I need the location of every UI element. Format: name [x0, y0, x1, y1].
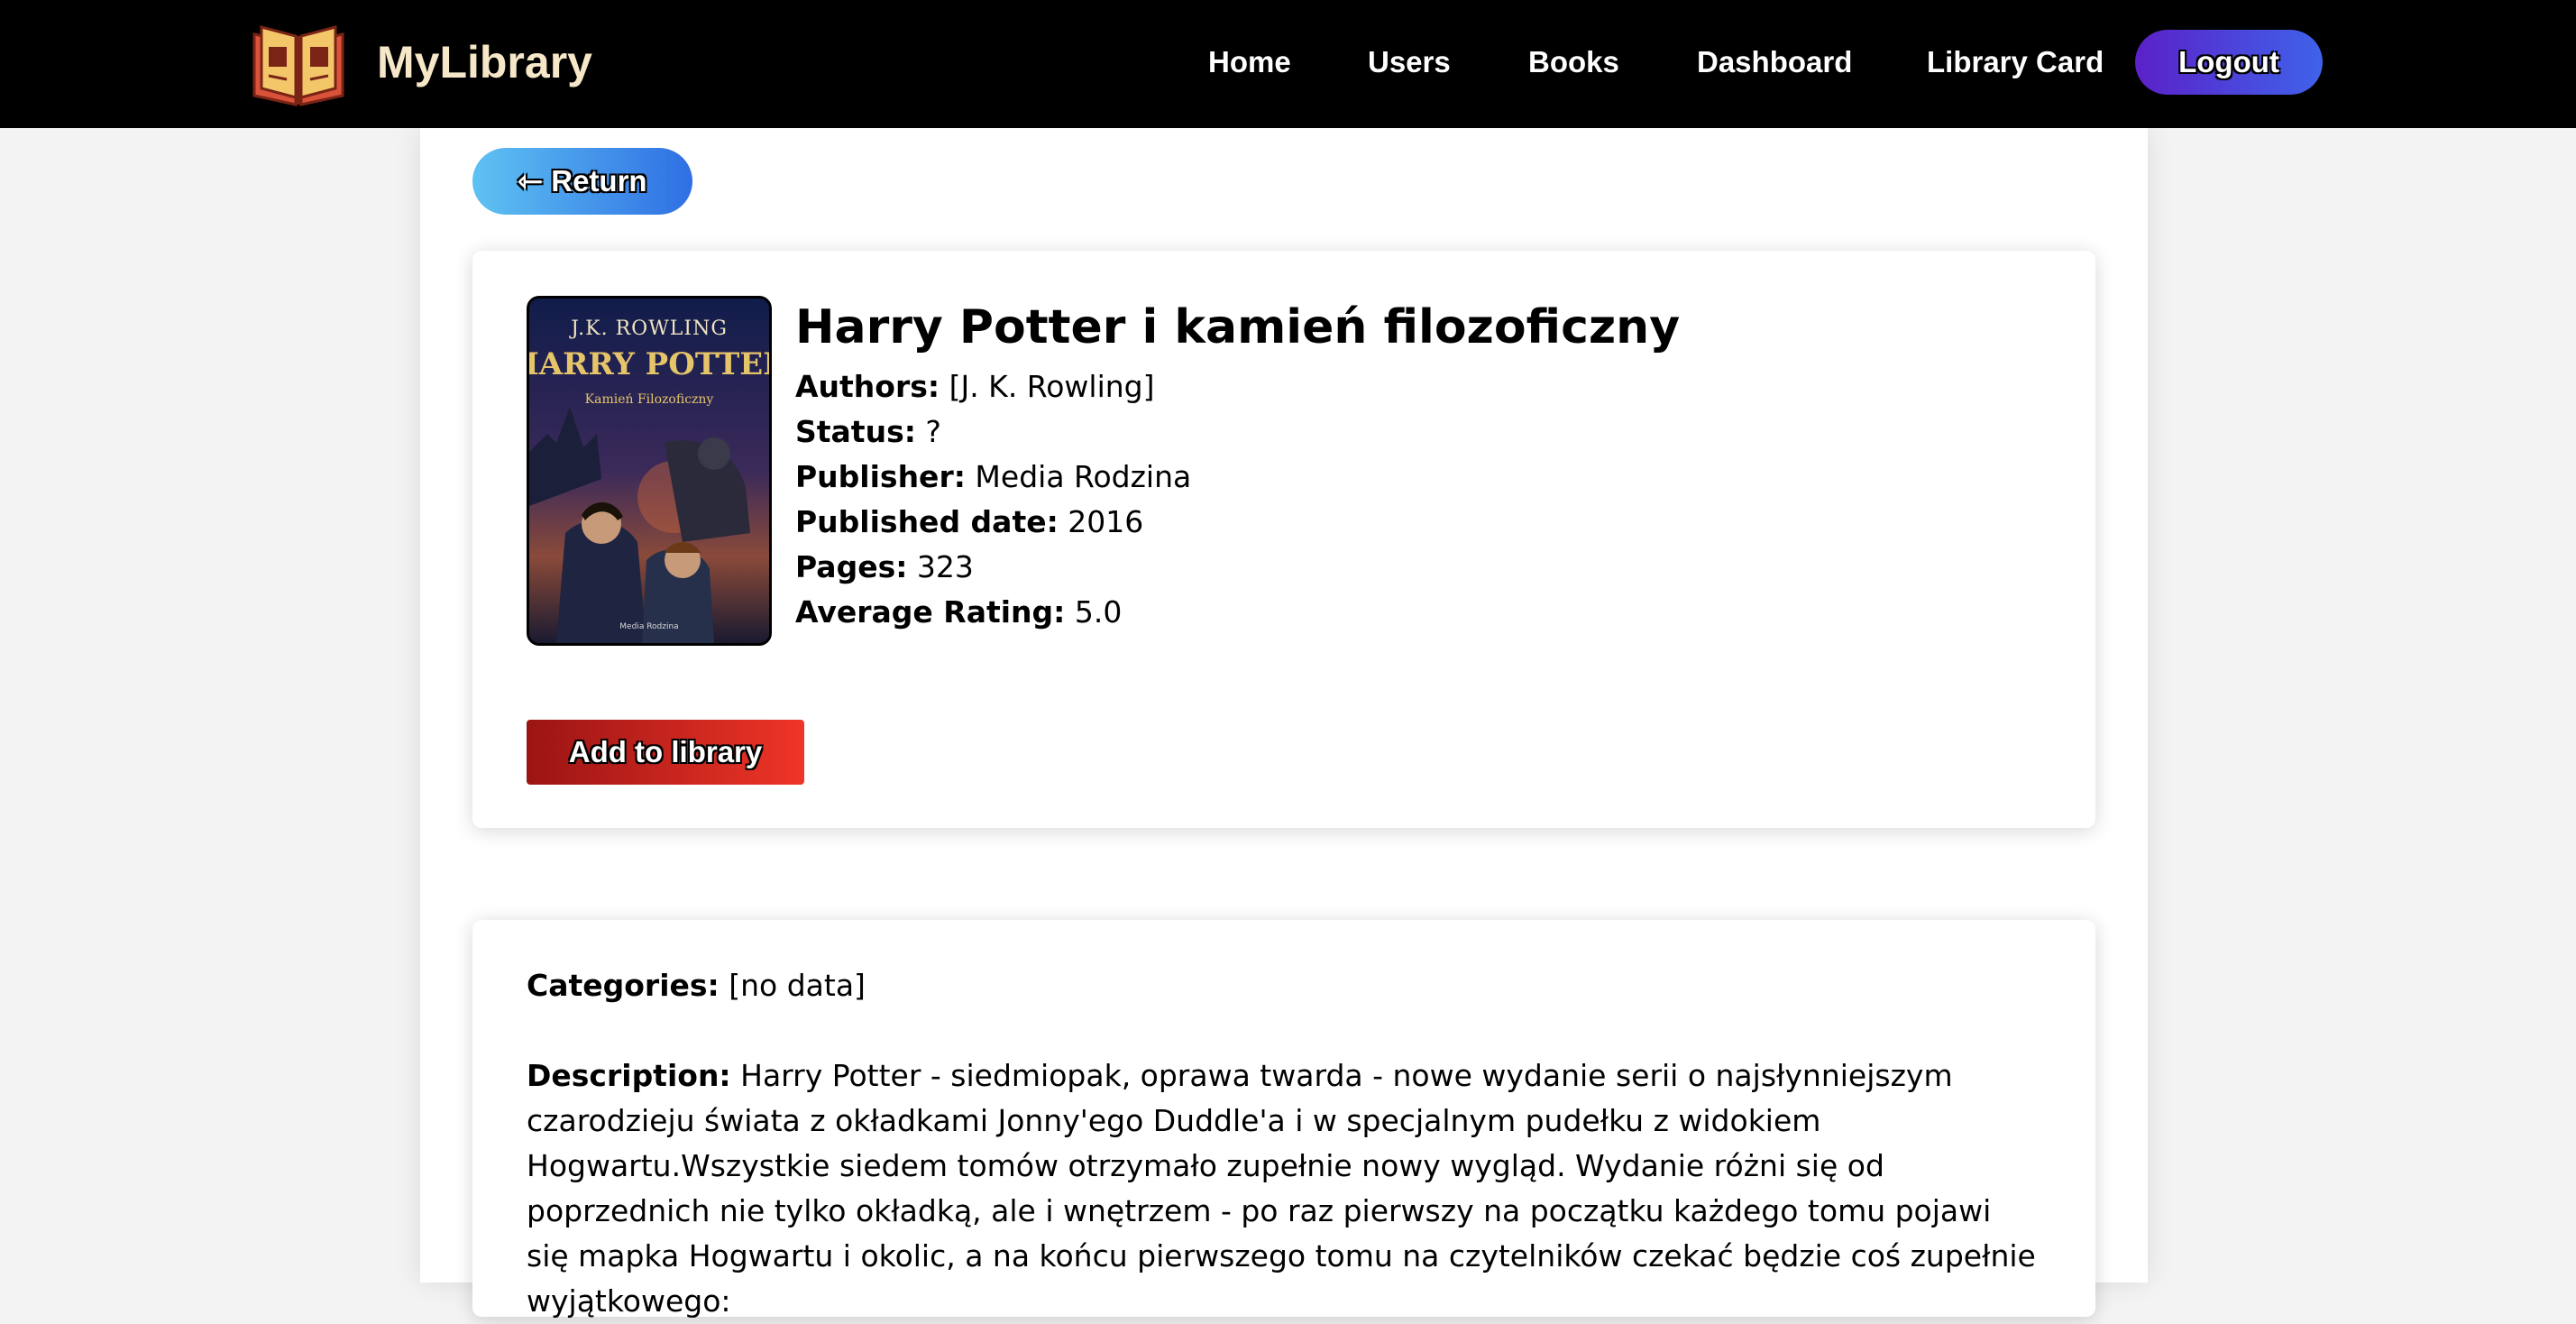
published-date-value: 2016 [1068, 504, 1144, 539]
book-cover-image: J.K. ROWLING HARRY POTTER Kamień Filozof… [527, 296, 772, 646]
authors-label: Authors: [795, 369, 940, 404]
logout-button[interactable]: Logout [2135, 30, 2323, 95]
book-info: Harry Potter i kamień filozoficzny Autho… [795, 294, 2040, 635]
description-row: Description: Harry Potter - siedmiopak, … [527, 1053, 2041, 1324]
published-date-row: Published date: 2016 [795, 500, 2040, 545]
published-date-label: Published date: [795, 504, 1059, 539]
nav-dashboard[interactable]: Dashboard [1697, 41, 1852, 83]
nav-library-card[interactable]: Library Card [1927, 41, 2104, 83]
publisher-label: Publisher: [795, 459, 966, 494]
status-row: Status: ? [795, 409, 2040, 455]
publisher-value: Media Rodzina [975, 459, 1192, 494]
nav-home[interactable]: Home [1208, 41, 1291, 83]
description-label: Description: [527, 1058, 731, 1093]
cover-series-text: HARRY POTTER [529, 346, 769, 382]
navbar: MyLibrary Home Users Books Dashboard Lib… [0, 0, 2576, 128]
nav-books[interactable]: Books [1528, 41, 1619, 83]
status-value: ? [925, 414, 941, 449]
categories-value: [no data] [729, 968, 866, 1003]
authors-value: [J. K. Rowling] [949, 369, 1155, 404]
cover-author-text: J.K. ROWLING [569, 317, 728, 340]
categories-row: Categories: [no data] [527, 963, 2041, 1008]
status-label: Status: [795, 414, 916, 449]
book-title: Harry Potter i kamień filozoficzny [795, 300, 1681, 354]
average-rating-label: Average Rating: [795, 594, 1066, 630]
average-rating-value: 5.0 [1074, 594, 1123, 630]
pages-value: 323 [916, 549, 974, 584]
add-to-library-button[interactable]: Add to library [527, 720, 804, 785]
open-book-icon[interactable] [251, 20, 346, 106]
brand-title[interactable]: MyLibrary [377, 32, 592, 92]
cover-publisher-text: Media Rodzina [619, 622, 678, 631]
pages-row: Pages: 323 [795, 545, 2040, 590]
average-rating-row: Average Rating: 5.0 [795, 590, 2040, 635]
nav-users[interactable]: Users [1368, 41, 1451, 83]
categories-label: Categories: [527, 968, 720, 1003]
description-text: Harry Potter - siedmiopak, oprawa twarda… [527, 1058, 2036, 1319]
publisher-row: Publisher: Media Rodzina [795, 455, 2040, 500]
pages-label: Pages: [795, 549, 908, 584]
details-content: Categories: [no data] Description: Harry… [527, 963, 2041, 1324]
return-button[interactable]: ⇽ Return [472, 148, 692, 215]
authors-row: Authors: [J. K. Rowling] [795, 364, 2040, 409]
cover-subtitle-text: Kamień Filozoficzny [585, 392, 714, 407]
